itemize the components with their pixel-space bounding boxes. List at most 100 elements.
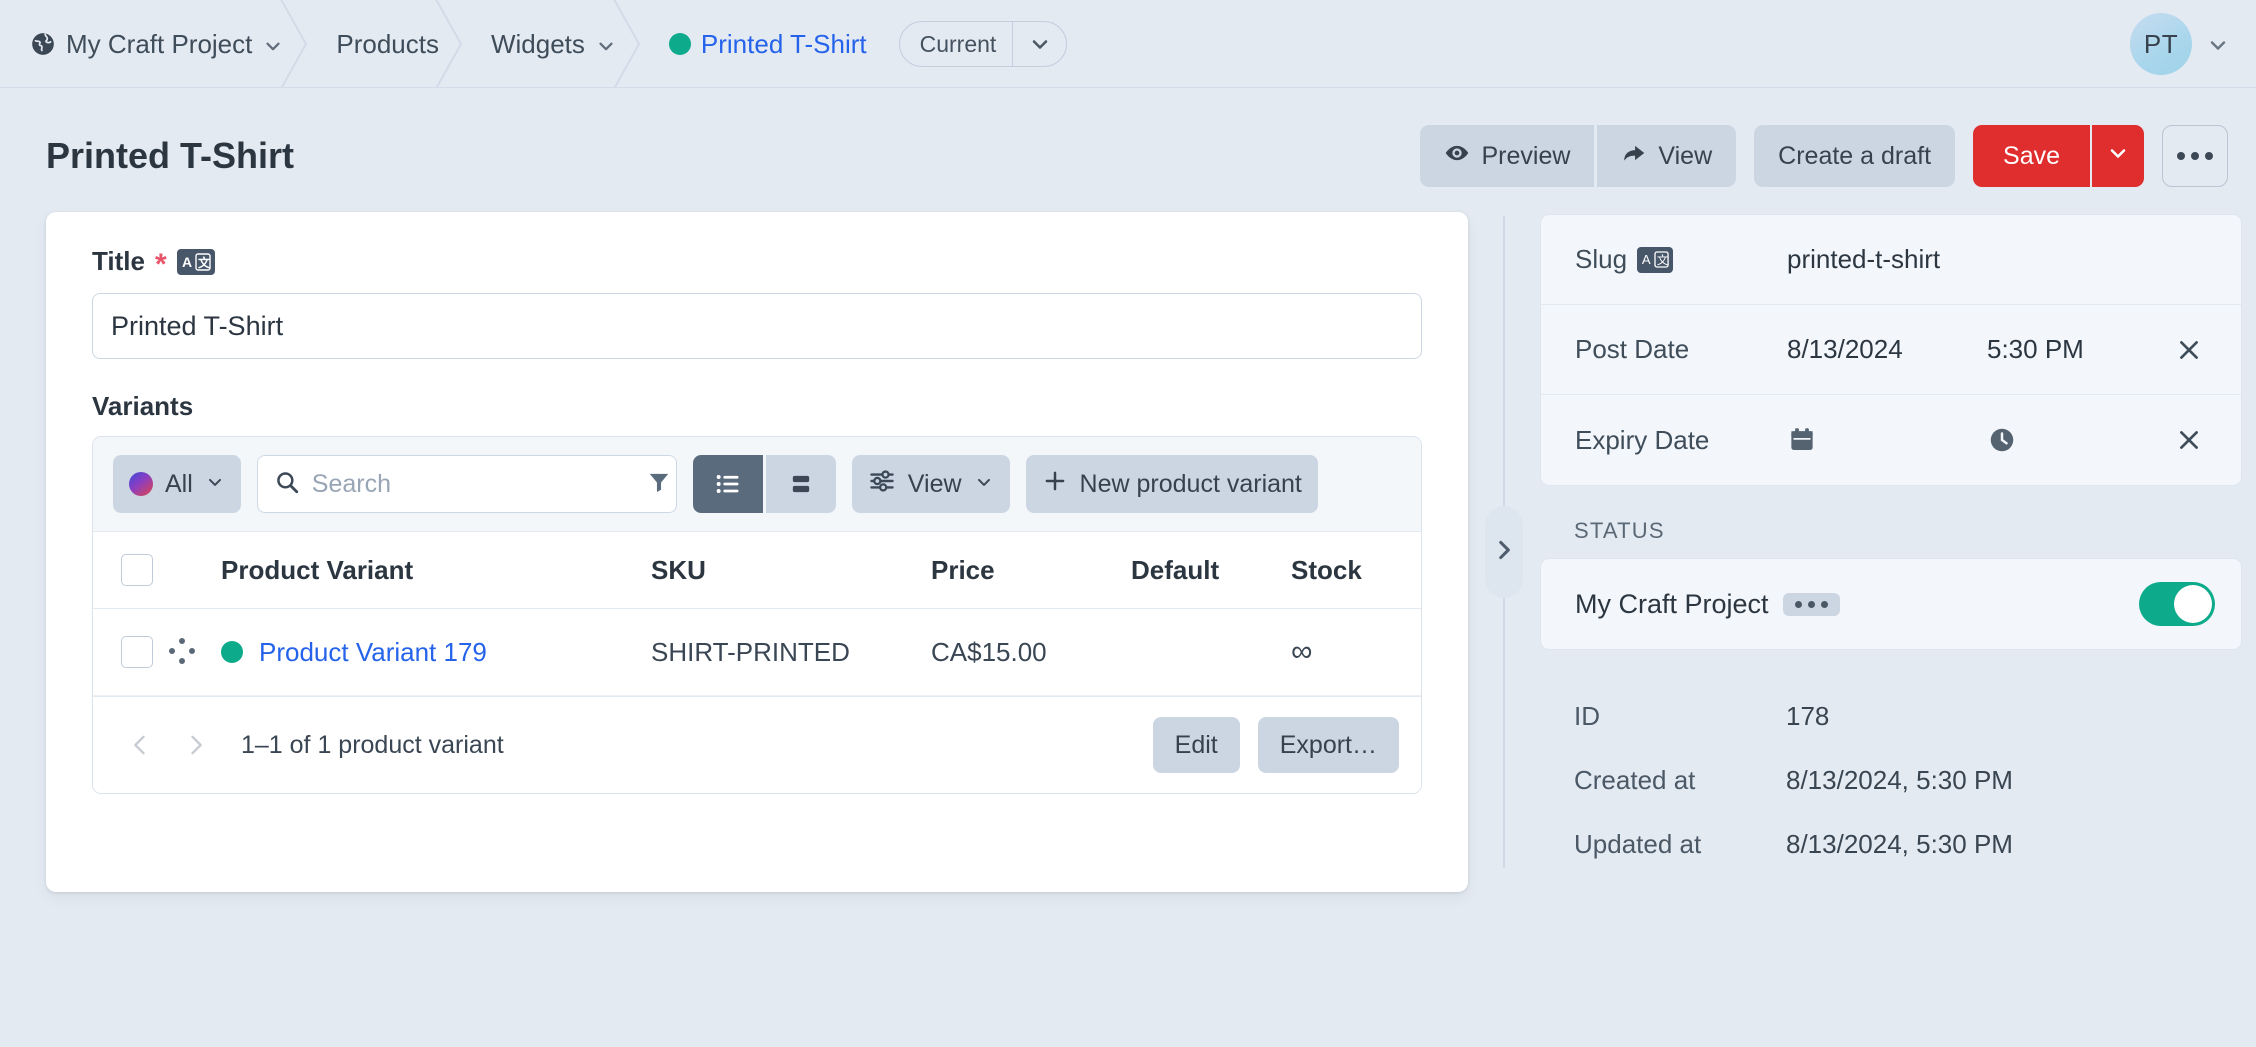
revision-dropdown[interactable]: Current bbox=[899, 21, 1068, 67]
breadcrumb-item-products[interactable]: Products bbox=[310, 0, 465, 88]
plus-icon bbox=[1042, 468, 1068, 501]
view-mode-toggle bbox=[693, 455, 836, 513]
search-box[interactable] bbox=[257, 455, 677, 513]
search-icon bbox=[274, 469, 300, 500]
calendar-icon bbox=[1787, 425, 1817, 455]
chevron-down-icon bbox=[205, 470, 225, 499]
next-page-button[interactable] bbox=[177, 726, 215, 764]
variant-link[interactable]: Product Variant 179 bbox=[259, 637, 487, 668]
chevron-down-icon[interactable] bbox=[1012, 22, 1066, 66]
table-head: Product Variant SKU Price Default Stock bbox=[93, 532, 1421, 609]
variants-section-label: Variants bbox=[92, 391, 1422, 422]
status-filter-button[interactable]: All bbox=[113, 455, 241, 513]
post-date-value[interactable]: 8/13/2024 bbox=[1787, 334, 1987, 365]
create-draft-button[interactable]: Create a draft bbox=[1754, 125, 1955, 187]
info-value-id: 178 bbox=[1786, 701, 1829, 732]
column-header-default[interactable]: Default bbox=[1131, 532, 1291, 609]
prev-page-button[interactable] bbox=[121, 726, 159, 764]
chevron-down-icon bbox=[974, 470, 994, 499]
main-column: Title * A 文 Variants All bbox=[46, 212, 1468, 892]
table-row[interactable]: Product Variant 179 SHIRT-PRINTED CA$15.… bbox=[93, 609, 1421, 696]
status-filter-label: All bbox=[165, 470, 193, 499]
create-draft-label: Create a draft bbox=[1778, 142, 1931, 171]
export-button[interactable]: Export… bbox=[1258, 717, 1399, 773]
page-header: Printed T-Shirt Preview View Create a dr… bbox=[0, 88, 2256, 198]
handle-header bbox=[169, 532, 221, 609]
filter-icon[interactable] bbox=[646, 469, 672, 500]
column-header-name[interactable]: Product Variant bbox=[221, 532, 651, 609]
variants-panel: All bbox=[92, 436, 1422, 794]
breadcrumb-separator bbox=[609, 0, 643, 88]
breadcrumb-item-label: Products bbox=[336, 29, 439, 60]
row-price-cell: CA$15.00 bbox=[931, 609, 1131, 696]
translate-icon: A 文 bbox=[177, 249, 215, 275]
post-time-value[interactable]: 5:30 PM bbox=[1987, 334, 2167, 365]
column-header-price[interactable]: Price bbox=[931, 532, 1131, 609]
save-button[interactable]: Save bbox=[1973, 125, 2090, 187]
drag-handle-icon[interactable] bbox=[169, 638, 197, 666]
column-header-stock[interactable]: Stock bbox=[1291, 532, 1421, 609]
chevron-down-icon[interactable] bbox=[2206, 33, 2228, 55]
status-options-icon[interactable] bbox=[1783, 593, 1840, 616]
avatar[interactable]: PT bbox=[2130, 13, 2192, 75]
more-options-button[interactable] bbox=[2162, 125, 2228, 187]
svg-text:A: A bbox=[1642, 252, 1651, 267]
breadcrumb-item-current[interactable]: Printed T-Shirt Current bbox=[643, 0, 1093, 88]
info-row-id: ID 178 bbox=[1574, 684, 2242, 748]
variants-table: Product Variant SKU Price Default Stock bbox=[93, 532, 1421, 696]
post-date-label: Post Date bbox=[1575, 334, 1787, 365]
breadcrumb-separator bbox=[431, 0, 465, 88]
row-checkbox[interactable] bbox=[121, 636, 153, 668]
breadcrumb-item-project[interactable]: My Craft Project bbox=[30, 0, 310, 88]
new-product-variant-button[interactable]: New product variant bbox=[1026, 455, 1318, 513]
required-marker: * bbox=[155, 250, 167, 280]
view-settings-button[interactable]: View bbox=[852, 455, 1010, 513]
preview-button[interactable]: Preview bbox=[1420, 125, 1594, 187]
ellipsis-icon bbox=[2177, 152, 2213, 160]
collapse-sidebar-button[interactable] bbox=[1485, 506, 1523, 598]
expiry-date-picker[interactable] bbox=[1787, 425, 1987, 455]
breadcrumb-item-label: Widgets bbox=[491, 29, 585, 60]
search-input[interactable] bbox=[312, 470, 634, 499]
svg-text:A: A bbox=[182, 254, 192, 270]
slug-value[interactable]: printed-t-shirt bbox=[1787, 244, 1940, 275]
status-site-name: My Craft Project bbox=[1575, 589, 1769, 620]
metadata-card: Slug A 文 printed-t-shirt Post Date 8/13/… bbox=[1540, 214, 2242, 486]
select-all-checkbox[interactable] bbox=[121, 554, 153, 586]
title-label-text: Title bbox=[92, 246, 145, 277]
row-name-cell: Product Variant 179 bbox=[221, 609, 651, 696]
breadcrumb-item-widgets[interactable]: Widgets bbox=[465, 0, 643, 88]
preview-view-group: Preview View bbox=[1420, 125, 1736, 187]
record-info-list: ID 178 Created at 8/13/2024, 5:30 PM Upd… bbox=[1574, 684, 2242, 876]
title-field-label: Title * A 文 bbox=[92, 246, 1422, 277]
clear-expiry-date-icon[interactable] bbox=[2167, 418, 2211, 462]
sidebar: Slug A 文 printed-t-shirt Post Date 8/13/… bbox=[1540, 212, 2242, 892]
page-body: Title * A 文 Variants All bbox=[0, 198, 2256, 892]
info-value-created: 8/13/2024, 5:30 PM bbox=[1786, 765, 2013, 796]
panel-splitter bbox=[1468, 212, 1540, 892]
post-date-row: Post Date 8/13/2024 5:30 PM bbox=[1541, 305, 2241, 395]
clear-post-date-icon[interactable] bbox=[2167, 328, 2211, 372]
status-heading: STATUS bbox=[1574, 518, 2242, 544]
title-input[interactable] bbox=[92, 293, 1422, 359]
select-all-header bbox=[93, 532, 169, 609]
clock-icon bbox=[1987, 425, 2017, 455]
account-menu[interactable]: PT bbox=[2130, 13, 2228, 75]
column-header-sku[interactable]: SKU bbox=[651, 532, 931, 609]
expiry-time-picker[interactable] bbox=[1987, 425, 2167, 455]
svg-text:文: 文 bbox=[1657, 253, 1668, 267]
list-view-button[interactable] bbox=[693, 455, 763, 513]
breadcrumb-item-label: Printed T-Shirt bbox=[701, 29, 867, 60]
edit-button[interactable]: Edit bbox=[1153, 717, 1240, 773]
save-button-group: Save bbox=[1973, 125, 2144, 187]
status-toggle[interactable] bbox=[2139, 582, 2215, 626]
card-view-button[interactable] bbox=[766, 455, 836, 513]
info-label-id: ID bbox=[1574, 701, 1786, 732]
save-options-button[interactable] bbox=[2092, 125, 2144, 187]
svg-text:文: 文 bbox=[198, 255, 211, 270]
breadcrumb: My Craft Project Products Widgets bbox=[30, 0, 2130, 88]
status-dot-icon bbox=[221, 641, 243, 663]
slug-label: Slug A 文 bbox=[1575, 244, 1787, 275]
pagination-count: 1–1 of 1 product variant bbox=[241, 731, 504, 760]
view-button[interactable]: View bbox=[1597, 125, 1736, 187]
